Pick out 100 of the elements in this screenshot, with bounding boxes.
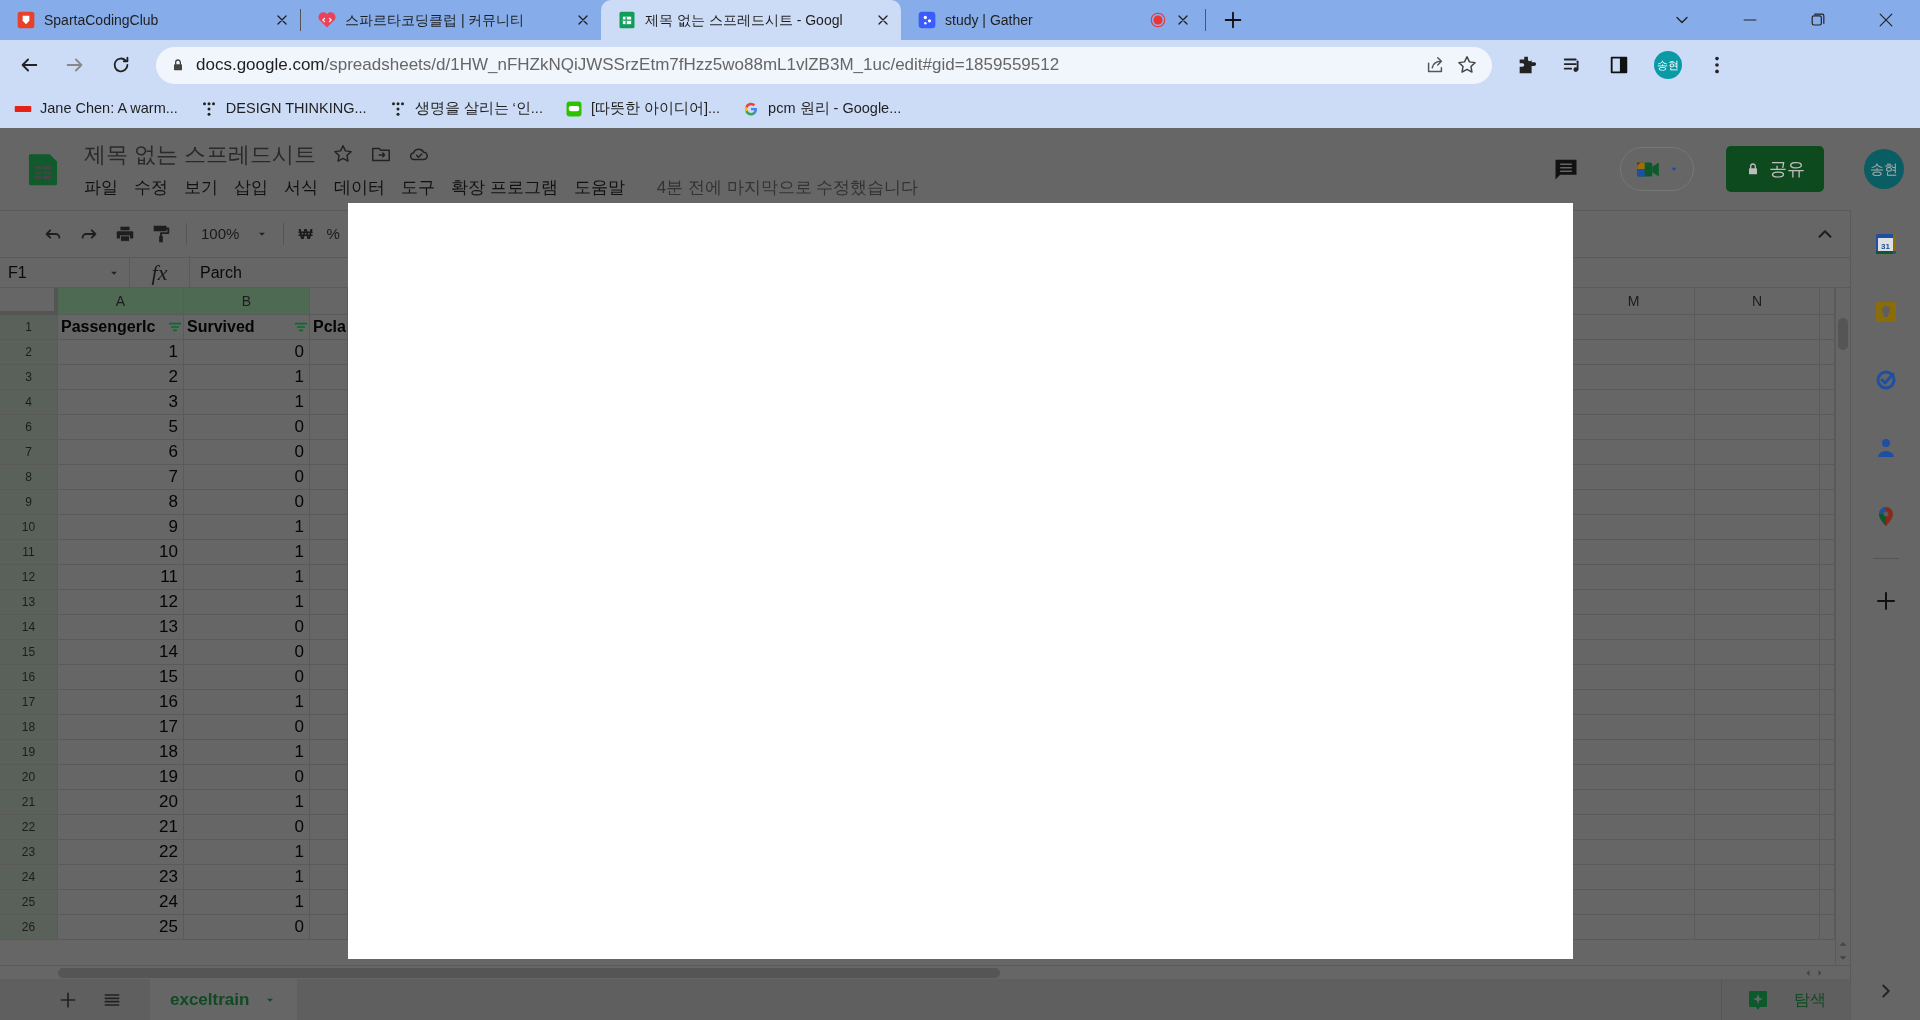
row-number[interactable]: 15 xyxy=(0,640,58,665)
row-number[interactable]: 22 xyxy=(0,815,58,840)
table-cell: 0 xyxy=(184,340,310,365)
table-cell: 16 xyxy=(58,690,184,715)
row-number[interactable]: 19 xyxy=(0,740,58,765)
table-cell: 24 xyxy=(58,890,184,915)
table-cell: 19 xyxy=(58,765,184,790)
row-number[interactable]: 12 xyxy=(0,565,58,590)
table-cell: 2 xyxy=(58,365,184,390)
row-number[interactable]: 21 xyxy=(0,790,58,815)
row-number[interactable]: 13 xyxy=(0,590,58,615)
explore-button[interactable]: 탐색 xyxy=(1721,979,1850,1020)
table-cell: 8 xyxy=(58,490,184,515)
shield-logo-icon xyxy=(16,10,36,30)
bookmark-item[interactable]: DESIGN THINKING... xyxy=(199,98,367,120)
menu-item[interactable]: 도구 xyxy=(401,174,435,201)
row-number[interactable]: 9 xyxy=(0,490,58,515)
row-number[interactable]: 10 xyxy=(0,515,58,540)
table-cell: 0 xyxy=(184,615,310,640)
table-cell: 12 xyxy=(58,590,184,615)
share-button[interactable]: 공유 xyxy=(1726,146,1824,192)
menu-item[interactable]: 삽입 xyxy=(234,174,268,201)
document-title[interactable]: 제목 없는 스프레드시트 xyxy=(84,137,317,171)
table-cell: 10 xyxy=(58,540,184,565)
row-number[interactable]: 3 xyxy=(0,365,58,390)
table-cell: 15 xyxy=(58,665,184,690)
star-icon[interactable] xyxy=(1456,54,1478,76)
row-number[interactable]: 6 xyxy=(0,415,58,440)
menu-item[interactable]: 서식 xyxy=(284,174,318,201)
zoom-dropdown[interactable]: 100% xyxy=(201,222,270,246)
menu-item[interactable]: 도움말 xyxy=(573,174,625,201)
sheet-tab[interactable]: exceltrain xyxy=(150,979,298,1020)
currency-button[interactable]: ₩ xyxy=(298,222,313,246)
table-cell: 0 xyxy=(184,415,310,440)
new-tab-icon[interactable] xyxy=(1222,9,1244,31)
table-cell: 1 xyxy=(184,865,310,890)
column-header[interactable]: B xyxy=(184,288,310,315)
row-number[interactable]: 16 xyxy=(0,665,58,690)
heart-logo-icon xyxy=(317,10,337,30)
column-header[interactable]: A xyxy=(58,288,184,315)
browser-tab[interactable]: 제목 없는 스프레드시트 - Googl xyxy=(601,0,901,40)
table-cell: 1 xyxy=(184,540,310,565)
menu-item[interactable]: 수정 xyxy=(134,174,168,201)
profile-avatar[interactable]: 송현 xyxy=(1654,51,1682,79)
tab-title: SpartaCodingClub xyxy=(44,10,160,30)
row-number[interactable]: 8 xyxy=(0,465,58,490)
table-cell: 1 xyxy=(184,390,310,415)
name-box[interactable]: F1 xyxy=(0,258,130,287)
table-cell: 1 xyxy=(184,840,310,865)
table-cell: 7 xyxy=(58,465,184,490)
row-number[interactable]: 4 xyxy=(0,390,58,415)
calendar-icon[interactable]: 31 xyxy=(1873,232,1898,256)
table-cell: 13 xyxy=(58,615,184,640)
bookmark-item[interactable]: [따뜻한 아이디어]... xyxy=(564,98,721,120)
row-number[interactable]: 17 xyxy=(0,690,58,715)
url-path: /spreadsheets/d/1HW_nFHZkNQiJWSSrzEtm7fHzz5wo88mL1vlZB3M_1uc/edit#gid=1859559512 xyxy=(324,54,1060,77)
menu-item[interactable]: 데이터 xyxy=(334,174,385,201)
browser-tab[interactable]: SpartaCodingClub xyxy=(0,0,300,40)
row-number[interactable]: 25 xyxy=(0,890,58,915)
table-cell: 5 xyxy=(58,415,184,440)
percent-button[interactable]: % xyxy=(326,222,340,246)
account-avatar[interactable]: 송현 xyxy=(1864,149,1904,189)
header-cell-text: PassengerIc xyxy=(61,317,156,337)
side-panel-icon[interactable] xyxy=(1608,54,1630,76)
row-number[interactable]: 26 xyxy=(0,915,58,940)
url-host: docs.google.com xyxy=(196,54,325,77)
row-number[interactable]: 20 xyxy=(0,765,58,790)
address-bar[interactable]: docs.google.com/spreadsheets/d/1HW_nFHZkNQiJWSSrzEtm7fHzz5wo88mL1vlZB3M_1uc/edit#gid=1859559512 xyxy=(156,46,1492,84)
bookmark-item[interactable]: pcm 원리 - Google... xyxy=(742,98,902,120)
table-cell: 14 xyxy=(58,640,184,665)
table-cell: 1 xyxy=(184,690,310,715)
browser-tab[interactable]: study | Gather xyxy=(901,0,1201,40)
table-cell: 1 xyxy=(184,515,310,540)
table-cell: 17 xyxy=(58,715,184,740)
row-number[interactable]: 14 xyxy=(0,615,58,640)
row-number[interactable]: 2 xyxy=(0,340,58,365)
table-cell: 0 xyxy=(184,915,310,940)
menu-item[interactable]: 파일 xyxy=(84,174,118,201)
table-cell: 0 xyxy=(184,465,310,490)
bookmark-item[interactable]: Jane Chen: A warm... xyxy=(14,98,178,120)
table-cell: 0 xyxy=(184,640,310,665)
row-number[interactable]: 24 xyxy=(0,865,58,890)
row-number[interactable]: 18 xyxy=(0,715,58,740)
row-number[interactable]: 7 xyxy=(0,440,58,465)
bookmark-item[interactable]: 생명을 살리는 ‘인... xyxy=(388,98,543,120)
table-cell: 18 xyxy=(58,740,184,765)
header-cell-text: Pcla xyxy=(313,317,346,337)
browser-tab[interactable]: 스파르타코딩클럽 | 커뮤니티 xyxy=(301,0,601,40)
row-number[interactable]: 23 xyxy=(0,840,58,865)
tab-title: study | Gather xyxy=(945,10,1034,30)
chat-logo-icon xyxy=(564,100,583,118)
menu-item[interactable]: 확장 프로그램 xyxy=(451,174,558,201)
row-number[interactable]: 11 xyxy=(0,540,58,565)
menu-item[interactable]: 보기 xyxy=(184,174,218,201)
table-cell: 3 xyxy=(58,390,184,415)
row-number[interactable]: 1 xyxy=(0,315,58,340)
table-cell: 1 xyxy=(184,565,310,590)
table-cell: 22 xyxy=(58,840,184,865)
table-cell: 25 xyxy=(58,915,184,940)
column-header[interactable]: N xyxy=(1695,288,1820,315)
